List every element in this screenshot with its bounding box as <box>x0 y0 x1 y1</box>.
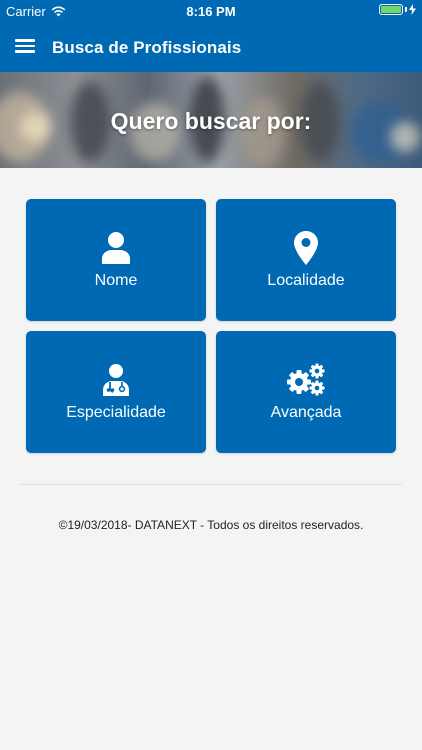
tile-label-localidade: Localidade <box>267 272 345 289</box>
map-pin-icon <box>216 231 396 265</box>
battery-fill <box>381 6 401 13</box>
battery-indicator <box>379 4 416 15</box>
gears-icon <box>216 363 396 397</box>
search-by-location-button[interactable]: Localidade <box>216 199 396 321</box>
search-by-specialty-button[interactable]: Especialidade <box>26 331 206 453</box>
tile-label-especialidade: Especialidade <box>66 404 166 421</box>
hero-title: Quero buscar por: <box>110 108 312 134</box>
search-by-name-button[interactable]: Nome <box>26 199 206 321</box>
nav-bar: Busca de Profissionais <box>0 22 422 72</box>
tile-label-nome: Nome <box>94 272 138 289</box>
charging-bolt-icon <box>409 4 416 15</box>
person-icon <box>26 231 206 265</box>
hero-banner: Quero buscar por: <box>0 72 422 168</box>
doctor-icon <box>26 363 206 397</box>
battery-icon <box>379 4 403 15</box>
status-time: 8:16 PM <box>186 4 236 19</box>
page-title: Busca de Profissionais <box>52 38 242 57</box>
tile-label-avancada: Avançada <box>270 404 342 421</box>
footer-copyright: ©19/03/2018- DATANEXT - Todos os direito… <box>58 518 364 532</box>
battery-tip <box>405 7 407 12</box>
advanced-search-button[interactable]: Avançada <box>216 331 396 453</box>
hamburger-menu-icon[interactable] <box>14 36 38 58</box>
divider <box>20 484 402 485</box>
status-bar: Carrier 8:16 PM <box>0 0 422 22</box>
